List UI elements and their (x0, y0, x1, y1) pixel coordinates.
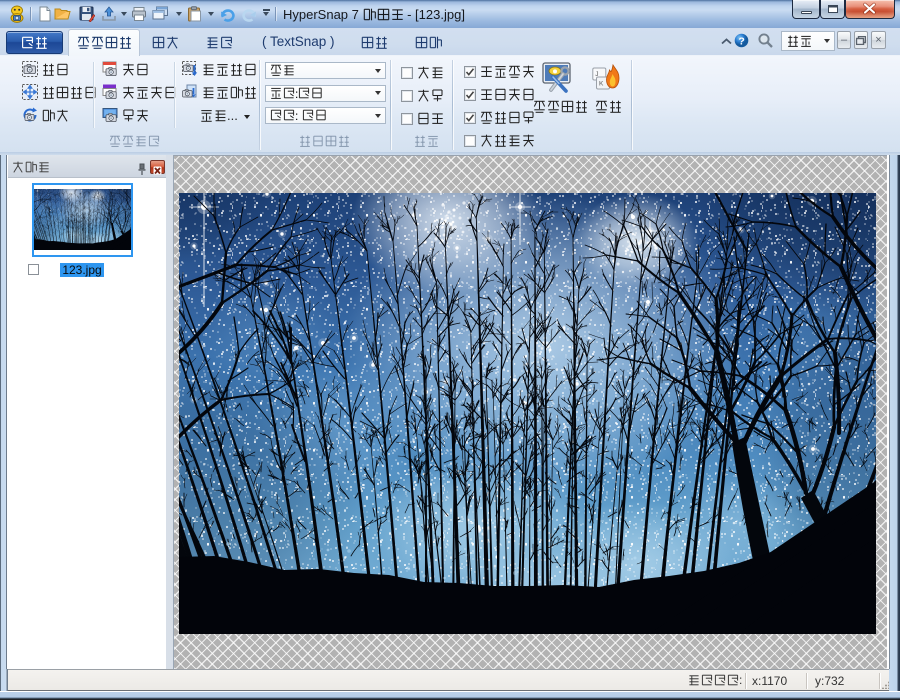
svg-text:?: ? (738, 36, 744, 48)
svg-text:K: K (599, 81, 604, 88)
svg-text:J: J (595, 71, 598, 78)
